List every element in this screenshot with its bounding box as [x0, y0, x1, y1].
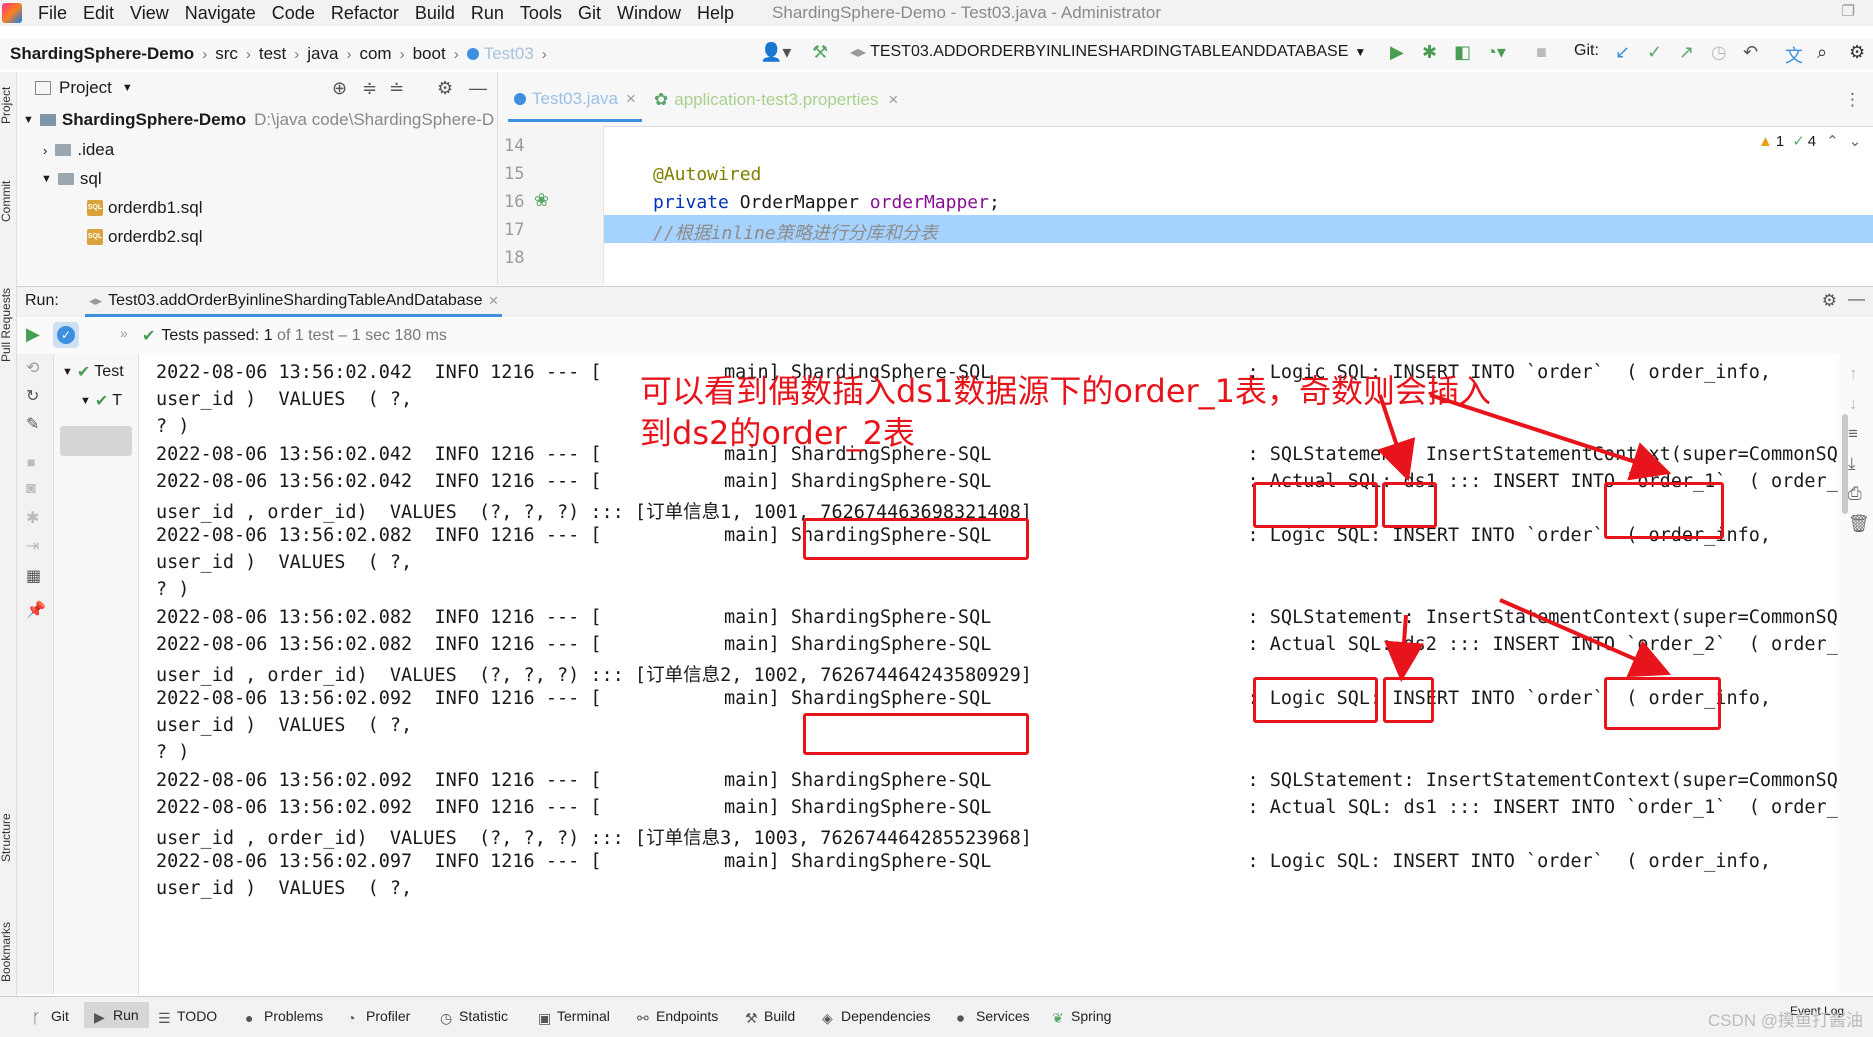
terminal-icon: ▣ — [538, 1009, 552, 1026]
bottom-tab-label: Problems — [264, 1008, 324, 1024]
bottom-tab-label: Terminal — [557, 1008, 610, 1024]
bottom-tab-label: Dependencies — [841, 1008, 931, 1024]
annotation-text: 可以看到偶数插入ds1数据源下的order_1表，奇数则会插入 到ds2的ord… — [640, 370, 1540, 454]
annotation-line-1: 可以看到偶数插入ds1数据源下的order_1表，奇数则会插入 — [640, 372, 1492, 410]
bottom-tab-statistic[interactable]: ◷ Statistic — [440, 1008, 509, 1026]
bottom-tab-problems[interactable]: ● Problems — [245, 1008, 324, 1026]
bottom-tab-label: Services — [976, 1008, 1030, 1024]
dependencies-icon: ◈ — [822, 1009, 833, 1026]
bottom-tab-label: Endpoints — [656, 1008, 719, 1024]
bottom-tab-spring[interactable]: ❦ Spring — [1052, 1008, 1112, 1026]
bottom-tab-label: TODO — [177, 1008, 218, 1024]
todo-list-icon: ☰ — [158, 1009, 171, 1026]
watermark: CSDN @摸鱼打酱油 — [1707, 1011, 1863, 1030]
arrow-to-order-2 — [1499, 598, 1671, 678]
bottom-tab-git[interactable]: ᚴ Git — [32, 1008, 69, 1026]
bottom-tab-build[interactable]: ⚒ Build — [745, 1008, 796, 1026]
bottom-tab-label: Run — [113, 1007, 139, 1023]
annotation-arrows — [1377, 393, 1672, 682]
annotation-line-2: 到ds2的order_2表 — [640, 414, 916, 452]
bottom-tab-dependencies[interactable]: ◈ Dependencies — [822, 1008, 931, 1026]
bottom-tab-services[interactable]: ⏺ Services — [957, 1008, 1030, 1026]
spring-leaf-icon: ❦ — [1052, 1009, 1064, 1026]
build-hammer-icon: ⚒ — [745, 1009, 758, 1026]
bottom-tab-endpoints[interactable]: ⚯ Endpoints — [637, 1008, 719, 1026]
problems-icon: ● — [245, 1009, 254, 1026]
bottom-tab-label: Build — [764, 1008, 796, 1024]
endpoints-icon: ⚯ — [637, 1009, 649, 1026]
services-icon: ⏺ — [957, 1009, 964, 1026]
bottom-tab-terminal[interactable]: ▣ Terminal — [538, 1008, 610, 1026]
bottom-tab-profiler[interactable]: ◔ Profiler — [347, 1008, 411, 1026]
bottom-tab-label: Git — [51, 1008, 69, 1024]
bottom-tab-todo[interactable]: ☰ TODO — [158, 1008, 218, 1026]
git-branch-icon: ᚴ — [32, 1009, 41, 1026]
profiler-icon: ◔ — [347, 1009, 356, 1026]
run-icon: ▶ — [94, 1008, 105, 1025]
bottom-tool-bar: ᚴ Git ▶ Run ☰ TODO ● Problems ◔ Profiler ◷ Sta… — [0, 996, 1873, 1037]
bottom-tab-run[interactable]: ▶ Run — [84, 1002, 149, 1028]
statistic-icon: ◷ — [440, 1009, 453, 1026]
bottom-tab-label: Spring — [1071, 1008, 1112, 1024]
bottom-tab-label: Profiler — [366, 1008, 411, 1024]
arrow-to-ds2 — [1384, 614, 1424, 682]
bottom-tab-label: Statistic — [459, 1008, 509, 1024]
